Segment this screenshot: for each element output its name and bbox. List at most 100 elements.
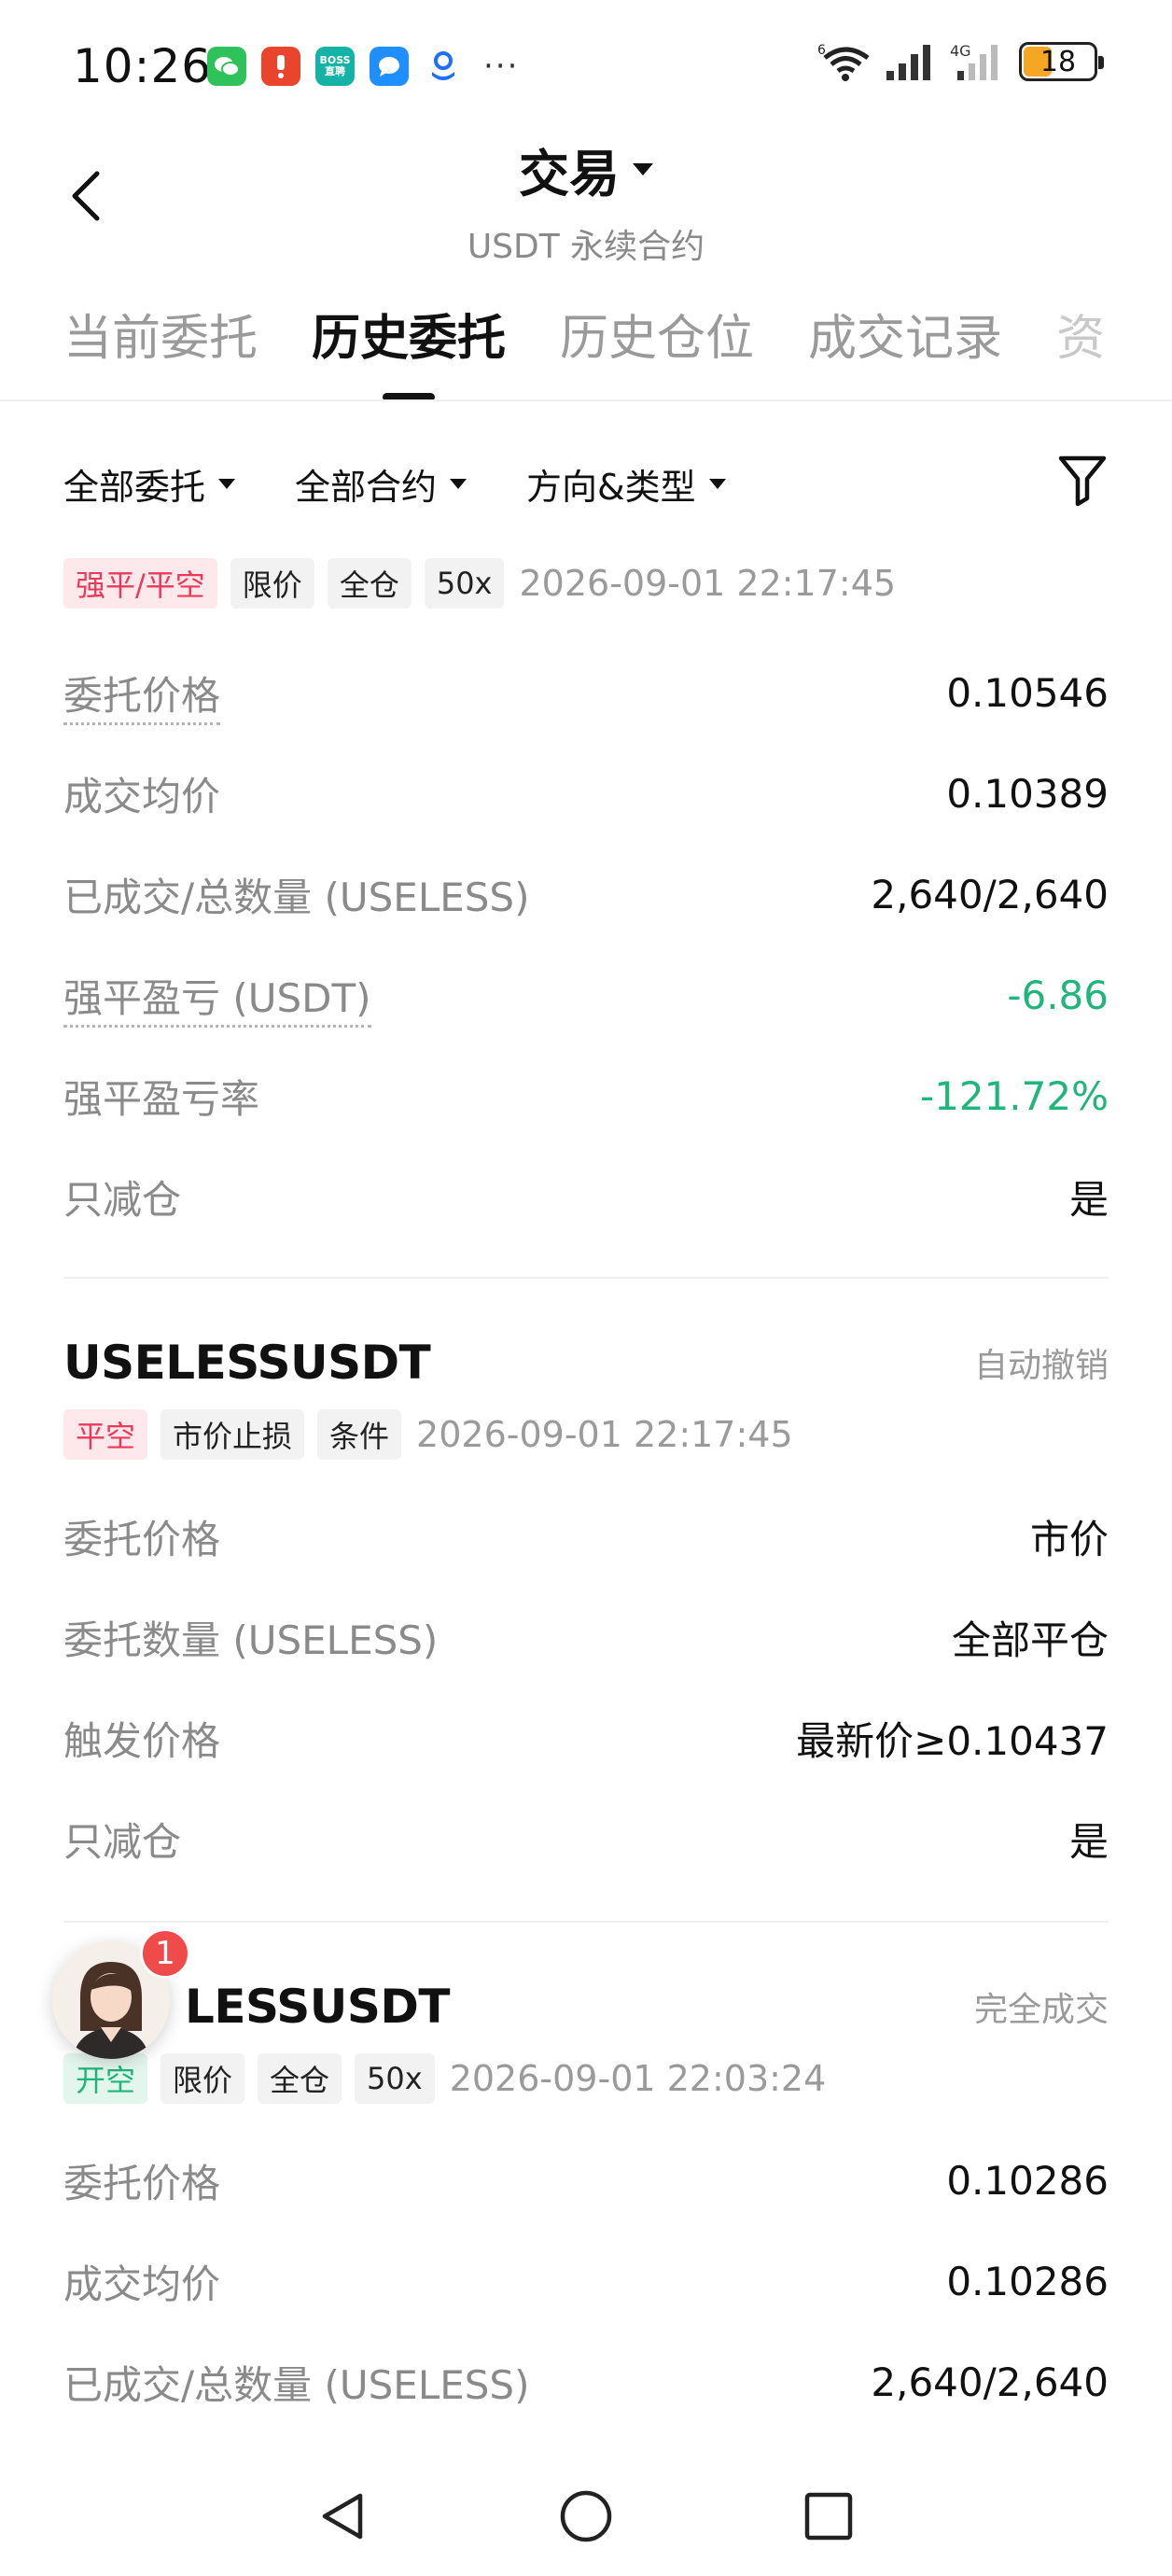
cell-4g-icon: 4G — [950, 42, 998, 80]
tabs-divider — [0, 399, 1172, 401]
detail-row: 委托价格 0.10286 — [63, 2130, 1109, 2231]
side-tag: 平空 — [63, 1409, 148, 1460]
leverage-tag: 50x — [424, 558, 505, 609]
message-icon — [370, 47, 409, 86]
reduce-only-label: 只减仓 — [63, 1818, 182, 1865]
status-bar: 10:26 BOSS直聘 ··· 6 4G 18 — [0, 0, 1172, 131]
filled-total-value: 2,640/2,640 — [871, 871, 1109, 917]
trigger-price-value: 最新价≥0.10437 — [796, 1717, 1109, 1764]
order-details: 委托价格 0.10546 成交均价 0.10389 已成交/总数量 (USELE… — [63, 642, 1109, 1247]
filter-orders-label: 全部委托 — [63, 466, 206, 508]
order-symbol[interactable]: USELESSUSDT — [63, 1336, 431, 1390]
order-time: 2026-09-01 22:17:45 — [519, 563, 897, 604]
notification-icons: BOSS直聘 ··· — [207, 47, 519, 86]
reduce-only-value: 是 — [1068, 1818, 1109, 1865]
system-icons: 6 4G 18 — [816, 41, 1104, 82]
cell-signal-icon — [886, 45, 930, 80]
more-notifications-icon: ··· — [483, 48, 520, 85]
order-details: 委托价格 0.10286 成交均价 0.10286 已成交/总数量 (USELE… — [63, 2130, 1109, 2432]
tab-order-history[interactable]: 历史委托 — [312, 299, 506, 401]
liquidation-pnl-value: -6.86 — [1007, 972, 1109, 1018]
liquidation-pnl-label[interactable]: 强平盈亏 (USDT) — [63, 967, 371, 1028]
margin-tag: 全仓 — [258, 2053, 342, 2104]
order-card: USELESSUSDT 自动撤销 平空 市价止损 条件 2026-09-01 2… — [63, 1333, 1109, 1889]
filter-direction-dropdown[interactable]: 方向&类型 — [526, 458, 726, 510]
tab-bar: 当前委托 历史委托 历史仓位 成交记录 资 — [63, 299, 1172, 401]
order-header: LESSUSDT 完全成交 — [63, 1977, 1109, 2037]
order-time: 2026-09-01 22:17:45 — [416, 1414, 793, 1455]
order-symbol[interactable]: LESSUSDT — [185, 1980, 451, 2034]
boss-zhipin-icon: BOSS直聘 — [315, 47, 355, 86]
order-tags: 平空 市价止损 条件 2026-09-01 22:17:45 — [63, 1409, 1109, 1460]
side-tag: 强平/平空 — [63, 558, 217, 609]
tab-current-orders[interactable]: 当前委托 — [63, 299, 258, 401]
order-price-value: 0.10546 — [946, 669, 1109, 716]
order-card: 强平/平空 限价 全仓 50x 2026-09-01 22:17:45 委托价格… — [63, 558, 1109, 1247]
order-quantity-value: 全部平仓 — [951, 1617, 1109, 1663]
detail-row: 触发价格 最新价≥0.10437 — [63, 1687, 1109, 1788]
filter-direction-label: 方向&类型 — [526, 466, 696, 508]
nav-home-icon[interactable] — [558, 2488, 614, 2544]
detail-row: 已成交/总数量 (USELESS) 2,640/2,640 — [63, 2331, 1109, 2432]
reduce-only-label: 只减仓 — [63, 1176, 182, 1223]
order-status: 完全成交 — [973, 1991, 1109, 2029]
detail-row: 强平盈亏 (USDT) -6.86 — [63, 945, 1109, 1045]
cell-4g-label: 4G — [950, 42, 971, 60]
order-price-label[interactable]: 委托价格 — [63, 665, 221, 725]
page-header: 交易 USDT 永续合约 — [0, 133, 1172, 268]
filter-orders-dropdown[interactable]: 全部委托 — [63, 458, 236, 510]
liquidation-pnl-rate-label: 强平盈亏率 — [63, 1075, 260, 1122]
avg-price-value: 0.10286 — [946, 2258, 1109, 2304]
nav-recents-icon[interactable] — [801, 2488, 857, 2544]
filled-total-label: 已成交/总数量 (USELESS) — [63, 874, 530, 920]
type-tag: 限价 — [230, 558, 314, 609]
caret-down-icon — [218, 478, 236, 489]
status-time: 10:26 — [73, 39, 213, 93]
detail-row: 只减仓 是 — [63, 1788, 1109, 1889]
filled-total-label: 已成交/总数量 (USELESS) — [63, 2361, 530, 2408]
navigation-bar — [0, 2445, 1172, 2576]
condition-tag: 条件 — [317, 1409, 402, 1460]
caret-down-icon — [708, 478, 726, 489]
nav-back-icon[interactable] — [315, 2488, 371, 2544]
notification-badge: 1 — [140, 1928, 190, 1979]
order-status: 自动撤销 — [973, 1347, 1109, 1385]
type-tag: 市价止损 — [160, 1409, 305, 1460]
wifi-icon: 6 — [817, 43, 870, 81]
order-tags: 强平/平空 限价 全仓 50x 2026-09-01 22:17:45 — [63, 558, 1109, 609]
tab-funds[interactable]: 资 — [1056, 299, 1105, 401]
leverage-tag: 50x — [355, 2053, 435, 2104]
detail-row: 成交均价 0.10286 — [63, 2231, 1109, 2331]
battery-level: 18 — [1039, 45, 1077, 78]
detail-row: 只减仓 是 — [63, 1146, 1109, 1247]
avg-price-label: 成交均价 — [63, 773, 221, 819]
order-details: 委托价格 市价 委托数量 (USELESS) 全部平仓 触发价格 最新价≥0.1… — [63, 1486, 1109, 1889]
margin-tag: 全仓 — [327, 558, 412, 609]
order-price-value: 0.10286 — [946, 2157, 1109, 2204]
detail-row: 委托价格 市价 — [63, 1486, 1109, 1587]
filter-funnel-icon[interactable] — [1056, 452, 1109, 508]
reduce-only-value: 是 — [1068, 1176, 1109, 1223]
order-price-value: 市价 — [1029, 1516, 1109, 1562]
filter-contracts-dropdown[interactable]: 全部合约 — [295, 458, 467, 510]
boss-label: BOSS直聘 — [319, 54, 351, 77]
label-text: 委托价格 — [63, 672, 221, 725]
filter-bar: 全部委托 全部合约 方向&类型 — [63, 455, 1109, 511]
page-title: 交易 — [519, 145, 620, 203]
title-dropdown[interactable]: 交易 — [519, 133, 653, 206]
detail-row: 委托数量 (USELESS) 全部平仓 — [63, 1587, 1109, 1687]
alert-app-icon — [261, 47, 300, 86]
order-divider — [63, 1277, 1109, 1279]
detail-row: 强平盈亏率 -121.72% — [63, 1045, 1109, 1146]
trigger-price-label: 触发价格 — [63, 1717, 221, 1764]
order-header: USELESSUSDT 自动撤销 — [63, 1333, 1109, 1393]
caret-down-icon — [450, 478, 467, 489]
order-quantity-label: 委托数量 (USELESS) — [63, 1617, 439, 1663]
order-divider — [63, 1921, 1109, 1923]
wechat-icon — [207, 47, 246, 86]
order-tags: 开空 限价 全仓 50x 2026-09-01 22:03:24 — [63, 2053, 1109, 2104]
detail-row: 委托价格 0.10546 — [63, 642, 1109, 743]
tab-trade-history[interactable]: 成交记录 — [808, 299, 1002, 401]
tab-position-history[interactable]: 历史仓位 — [560, 299, 754, 401]
battery-icon: 18 — [1019, 42, 1104, 81]
